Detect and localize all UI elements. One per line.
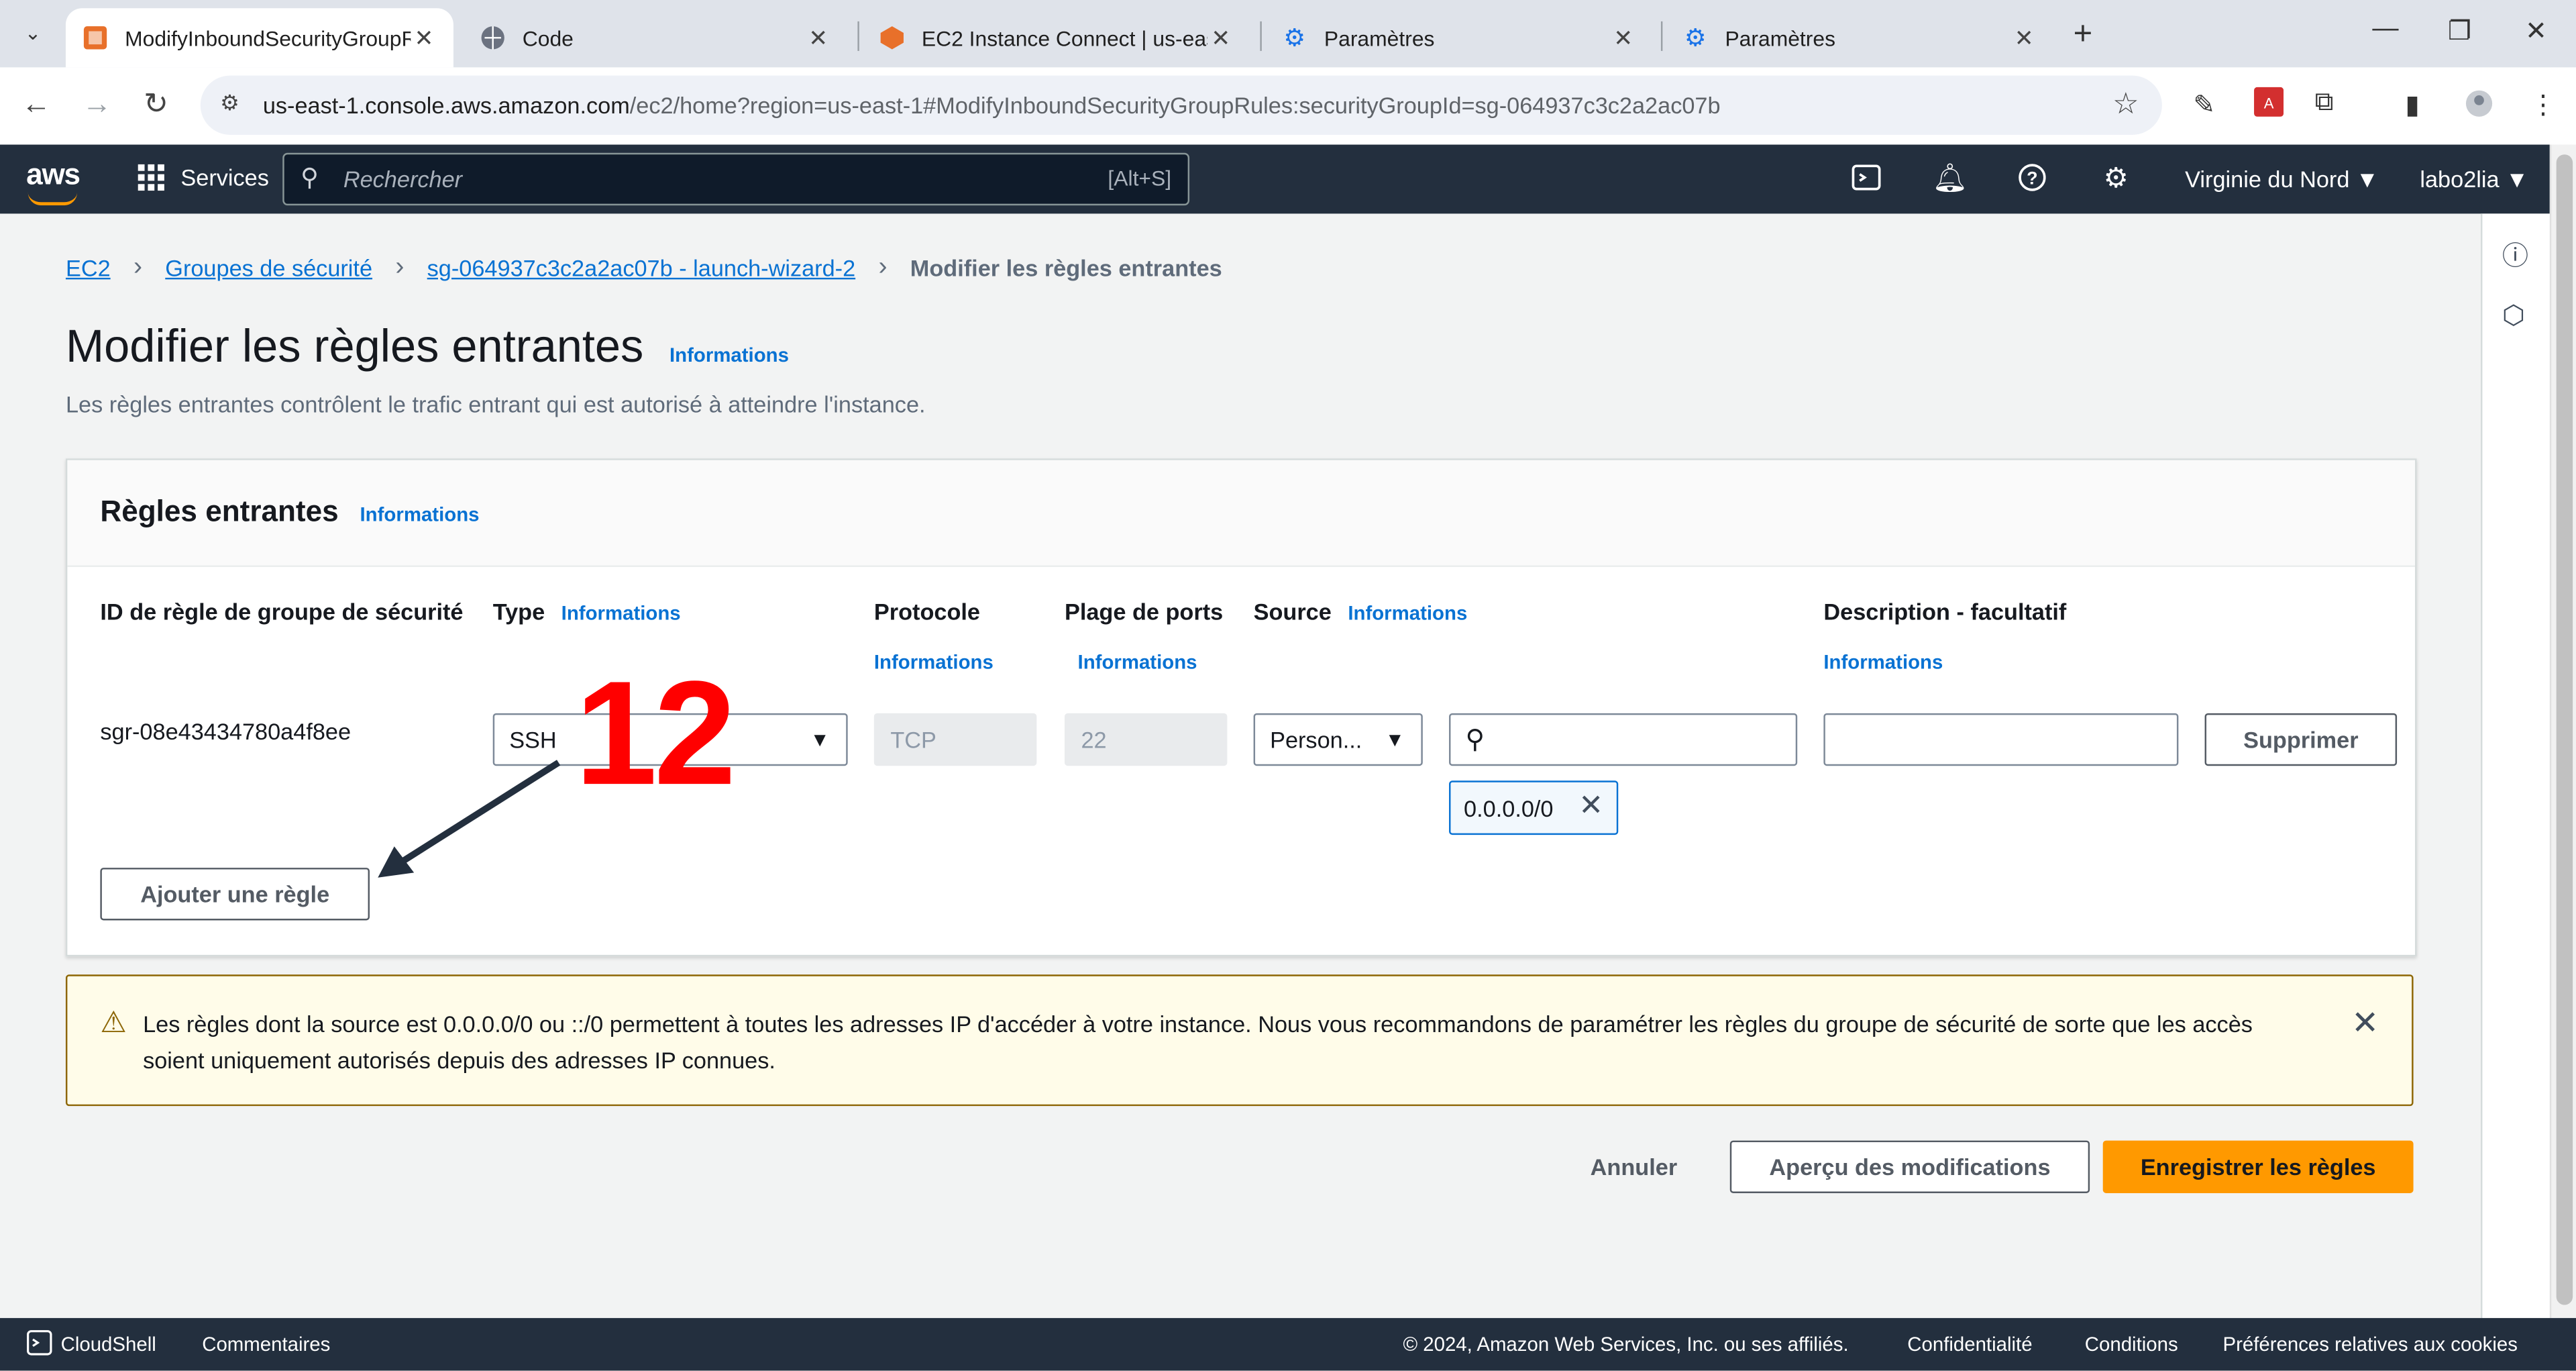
preview-changes-button[interactable]: Aperçu des modifications bbox=[1729, 1140, 2090, 1193]
cancel-button[interactable]: Annuler bbox=[1591, 1154, 1678, 1180]
footer-feedback[interactable]: Commentaires bbox=[202, 1333, 330, 1356]
footer-cloudshell[interactable]: CloudShell bbox=[61, 1333, 156, 1356]
footer-cookies[interactable]: Préférences relatives aux cookies bbox=[2222, 1333, 2517, 1356]
footer-privacy[interactable]: Confidentialité bbox=[1907, 1333, 2032, 1356]
warning-triangle-icon: ⚠ bbox=[100, 1005, 127, 1039]
aws-footer: CloudShell Commentaires © 2024, Amazon W… bbox=[0, 1318, 2576, 1371]
footer-terms[interactable]: Conditions bbox=[2085, 1333, 2178, 1356]
save-rules-button[interactable]: Enregistrer les règles bbox=[2102, 1140, 2414, 1193]
dismiss-warning-icon[interactable]: ✕ bbox=[2351, 1003, 2379, 1044]
warning-text: Les règles dont la source est 0.0.0.0/0 … bbox=[143, 1011, 2253, 1074]
security-warning-alert: ⚠ Les règles dont la source est 0.0.0.0/… bbox=[65, 974, 2414, 1107]
footer-copyright: © 2024, Amazon Web Services, Inc. ou ses… bbox=[1403, 1333, 1849, 1356]
cloudshell-footer-icon[interactable] bbox=[26, 1329, 52, 1361]
